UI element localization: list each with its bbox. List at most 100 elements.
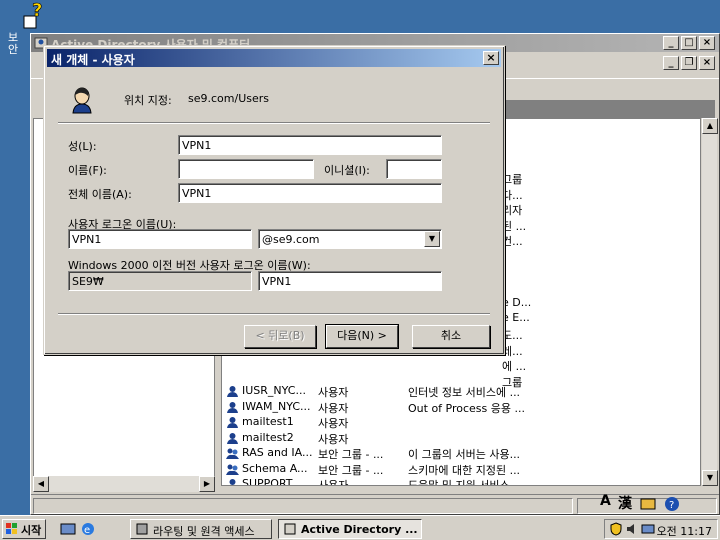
svg-text:?: ? <box>32 2 42 21</box>
cancel-button[interactable]: 취소 <box>412 325 490 348</box>
row-name: mailtest1 <box>242 415 294 428</box>
taskbar-item-ad[interactable]: Active Directory ... <box>278 519 422 539</box>
back-button[interactable]: < 뒤로(B) <box>244 325 316 348</box>
list-item-partial-desc: 에 ... <box>502 360 527 374</box>
location-value: se9.com/Users <box>188 92 269 105</box>
dialog-title: 새 개체 - 사용자 <box>51 53 135 67</box>
ie-quicklaunch-icon[interactable]: e <box>80 521 96 537</box>
table-row[interactable]: mailtest1 사용자 <box>222 415 700 431</box>
scroll-left-button[interactable]: ◀ <box>33 476 49 492</box>
list-item-partial-desc: 레... <box>502 344 523 358</box>
clock[interactable]: 오전 11:17 <box>657 523 712 539</box>
row-name: IUSR_NYC... <box>242 384 306 397</box>
start-label: 시작 <box>21 524 42 537</box>
list-vscrollbar[interactable]: ▲ ▼ <box>701 118 718 486</box>
network-icon[interactable] <box>641 522 655 536</box>
row-desc: 스키마에 대한 지정된 ... <box>408 463 521 477</box>
domain-select[interactable]: @se9.com ▼ <box>258 229 442 249</box>
first-name-field[interactable] <box>178 159 314 179</box>
row-name: RAS and IA... <box>242 446 313 459</box>
minimize-button[interactable]: _ <box>663 36 679 50</box>
ad-icon <box>284 523 296 535</box>
scroll-right-button[interactable]: ▶ <box>199 476 215 492</box>
group-icon <box>226 464 239 475</box>
row-desc: 이 그룹의 서버는 사용... <box>408 448 521 461</box>
last-name-label: 성(L): <box>68 140 97 153</box>
pre2000-logon-field[interactable]: VPN1 <box>258 271 442 291</box>
start-button[interactable]: 시작 <box>2 519 46 539</box>
new-user-dialog: 새 개체 - 사용자 × 위치 지정: se9.com/Users 성(L): … <box>43 45 505 355</box>
row-desc: 인터넷 정보 서비스에 ... <box>408 386 521 399</box>
table-row[interactable]: mailtest2 사용자 <box>222 431 700 447</box>
scroll-down-button[interactable]: ▼ <box>702 470 718 486</box>
system-tray: 오전 11:17 <box>604 519 718 539</box>
dialog-titlebar[interactable]: 새 개체 - 사용자 × <box>47 49 501 67</box>
user-icon <box>227 417 238 428</box>
dialog-close-button[interactable]: × <box>483 51 499 65</box>
ime-mode-a[interactable]: A <box>600 493 611 509</box>
row-type: 사용자 <box>318 417 349 430</box>
close-button[interactable]: × <box>699 36 715 50</box>
list-item-partial-desc: e E... <box>502 311 530 325</box>
ime-tool-icon[interactable] <box>640 496 656 512</box>
child-minimize-button[interactable]: _ <box>663 56 679 70</box>
chevron-down-icon[interactable]: ▼ <box>424 231 440 247</box>
full-name-field[interactable]: VPN1 <box>178 183 442 203</box>
row-name: Schema A... <box>242 461 308 475</box>
maximize-button[interactable]: □ <box>681 36 697 50</box>
table-row[interactable]: Schema A... 보안 그룹 - ... 스키마에 대한 지정된 ... <box>222 461 700 478</box>
row-type: 사용자 <box>318 432 349 446</box>
windows-logo-icon <box>6 523 17 534</box>
row-type: 사용자 <box>318 386 349 399</box>
full-name-label: 전체 이름(A): <box>68 188 132 201</box>
taskbar: 시작 e 라우팅 및 원격 액세스 Active Directory ... 오… <box>0 515 720 540</box>
scroll-up-button[interactable]: ▲ <box>702 118 718 134</box>
table-row[interactable]: SUPPORT_... 사용자 도움말 및 지원 서비스... <box>222 477 700 486</box>
child-close-button[interactable]: × <box>699 56 715 70</box>
separator-bottom <box>58 313 490 315</box>
task-label: 라우팅 및 원격 액세스 <box>153 525 255 538</box>
row-desc: 도움말 및 지원 서비스... <box>408 479 521 486</box>
volume-icon[interactable] <box>625 522 639 536</box>
row-type: 사용자 <box>318 401 349 415</box>
row-type: 사용자 <box>318 479 349 486</box>
location-label: 위치 지정: <box>124 94 172 107</box>
user-icon <box>227 432 238 444</box>
list-item-partial-desc: 그룹 <box>502 173 523 186</box>
list-item-partial-desc: 리자 <box>502 204 523 218</box>
row-desc: Out of Process 응용 ... <box>408 401 525 415</box>
next-button[interactable]: 다음(N) > <box>325 324 399 349</box>
svg-text:?: ? <box>669 500 674 511</box>
domain-select-value: @se9.com <box>262 233 320 246</box>
child-restore-button[interactable]: ❐ <box>681 56 697 70</box>
desktop-icon-label: 보안 <box>8 31 19 56</box>
row-name: SUPPORT_... <box>242 477 309 486</box>
shield-icon[interactable] <box>609 522 623 536</box>
table-row[interactable]: RAS and IA... 보안 그룹 - ... 이 그룹의 서버는 사용... <box>222 446 700 462</box>
list-item-partial-desc: 된 ... <box>502 219 527 233</box>
row-type: 보안 그룹 - ... <box>318 463 384 477</box>
taskbar-item-routing[interactable]: 라우팅 및 원격 액세스 <box>130 519 272 539</box>
status-segment <box>33 498 573 514</box>
table-row[interactable]: IWAM_NYC... 사용자 Out of Process 응용 ... <box>222 399 700 416</box>
row-name: IWAM_NYC... <box>242 399 311 413</box>
initials-field[interactable] <box>386 159 442 179</box>
desktop-quicklaunch-icon[interactable] <box>60 521 76 537</box>
list-item-partial-desc: e D... <box>502 295 532 309</box>
user-icon <box>227 386 238 397</box>
pre2000-domain-field: SE9₩ <box>68 271 252 291</box>
user-icon <box>229 479 236 485</box>
task-label: Active Directory ... <box>301 523 418 536</box>
table-row[interactable]: IUSR_NYC... 사용자 인터넷 정보 서비스에 ... <box>222 384 700 400</box>
help-icon[interactable]: ? <box>20 2 50 32</box>
user-icon <box>72 87 92 114</box>
logon-name-field[interactable]: VPN1 <box>68 229 252 249</box>
group-icon <box>226 448 239 459</box>
status-bar <box>31 494 719 514</box>
last-name-field[interactable]: VPN1 <box>178 135 442 155</box>
initials-label: 이니셜(I): <box>324 164 370 177</box>
tree-hscrollbar[interactable]: ◀ ▶ <box>33 476 215 492</box>
ime-help-icon[interactable]: ? <box>664 496 680 512</box>
ime-hanja[interactable]: 漢 <box>618 493 632 513</box>
first-name-label: 이름(F): <box>68 164 107 177</box>
